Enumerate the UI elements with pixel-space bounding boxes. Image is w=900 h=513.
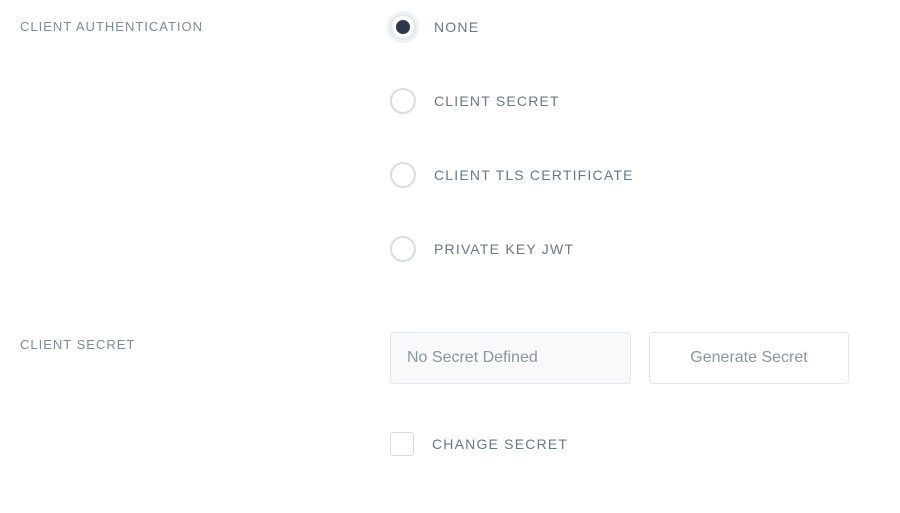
- control-column: None Client Secret Client TLS Certificat…: [390, 14, 880, 262]
- radio-option-none[interactable]: None: [390, 14, 880, 40]
- radio-label-client-secret: Client Secret: [434, 93, 560, 109]
- client-authentication-label: Client Authentication: [20, 19, 203, 34]
- control-column: Generate Secret Change Secret: [390, 332, 880, 456]
- radio-icon: [390, 88, 416, 114]
- generate-secret-button[interactable]: Generate Secret: [649, 332, 849, 384]
- radio-option-private-key-jwt[interactable]: Private Key JWT: [390, 236, 880, 262]
- radio-label-client-tls: Client TLS Certificate: [434, 167, 634, 183]
- label-column: Client Secret: [20, 332, 390, 354]
- radio-option-client-tls[interactable]: Client TLS Certificate: [390, 162, 880, 188]
- radio-label-private-key-jwt: Private Key JWT: [434, 241, 574, 257]
- secret-controls: Generate Secret: [390, 332, 880, 384]
- radio-icon: [390, 236, 416, 262]
- label-column: Client Authentication: [20, 14, 390, 36]
- change-secret-row: Change Secret: [390, 432, 880, 456]
- client-secret-row: Client Secret Generate Secret Change Sec…: [20, 332, 880, 456]
- radio-label-none: None: [434, 19, 479, 35]
- change-secret-label: Change Secret: [432, 436, 568, 452]
- client-secret-label: Client Secret: [20, 337, 135, 352]
- radio-option-client-secret[interactable]: Client Secret: [390, 88, 880, 114]
- auth-radio-group: None Client Secret Client TLS Certificat…: [390, 14, 880, 262]
- radio-icon: [390, 14, 416, 40]
- radio-dot-icon: [396, 20, 410, 34]
- change-secret-checkbox[interactable]: [390, 432, 414, 456]
- client-secret-input[interactable]: [390, 332, 631, 384]
- radio-icon: [390, 162, 416, 188]
- client-authentication-row: Client Authentication None Client Secret: [20, 14, 880, 262]
